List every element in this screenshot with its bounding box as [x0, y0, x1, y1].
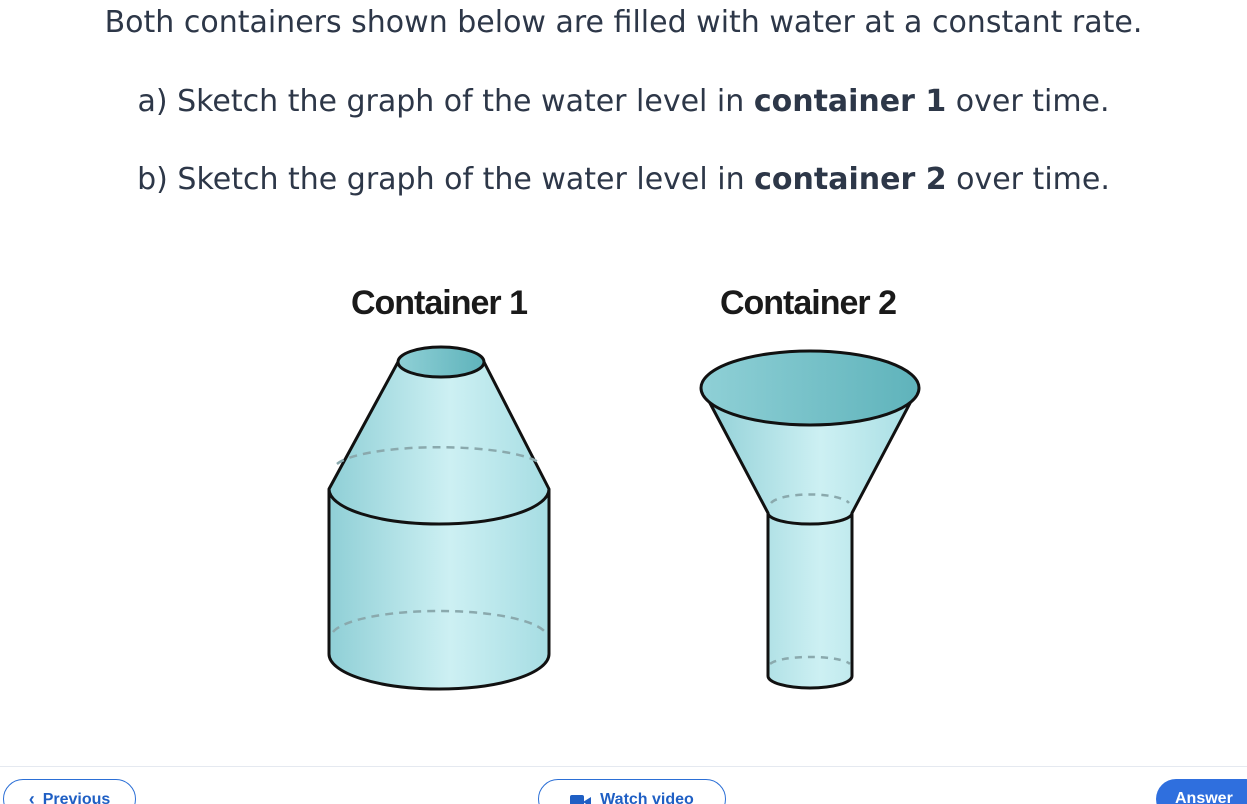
- intro-text: Both containers shown below are filled w…: [104, 5, 1143, 40]
- part-a-prefix: a) Sketch the graph of the water level i…: [137, 84, 754, 119]
- question-part-b: b) Sketch the graph of the water level i…: [0, 160, 1247, 200]
- previous-button[interactable]: ‹ Previous: [3, 779, 136, 804]
- container-1-label: Container 1: [351, 284, 527, 322]
- video-camera-icon: [570, 795, 592, 804]
- part-a-emphasis: container 1: [753, 84, 947, 119]
- containers-figure: Container 1 Container 2: [327, 284, 921, 691]
- answer-button[interactable]: Answer: [1156, 779, 1247, 804]
- chevron-left-icon: ‹: [28, 789, 35, 804]
- part-b-suffix: over time.: [946, 162, 1110, 197]
- part-b-emphasis: container 2: [754, 162, 947, 197]
- watch-video-button[interactable]: Watch video: [538, 779, 726, 804]
- container-2-label: Container 2: [720, 284, 896, 322]
- part-a-suffix: over time.: [946, 84, 1110, 119]
- question-part-a: a) Sketch the graph of the water level i…: [0, 82, 1247, 122]
- part-b-prefix: b) Sketch the graph of the water level i…: [137, 162, 755, 197]
- container-2: [699, 349, 921, 690]
- footer-divider: [0, 766, 1247, 767]
- watch-video-label: Watch video: [600, 791, 694, 804]
- container-1: [327, 345, 551, 691]
- previous-label: Previous: [42, 791, 111, 804]
- answer-label: Answer: [1175, 790, 1233, 804]
- question-intro: Both containers shown below are filled w…: [0, 3, 1247, 43]
